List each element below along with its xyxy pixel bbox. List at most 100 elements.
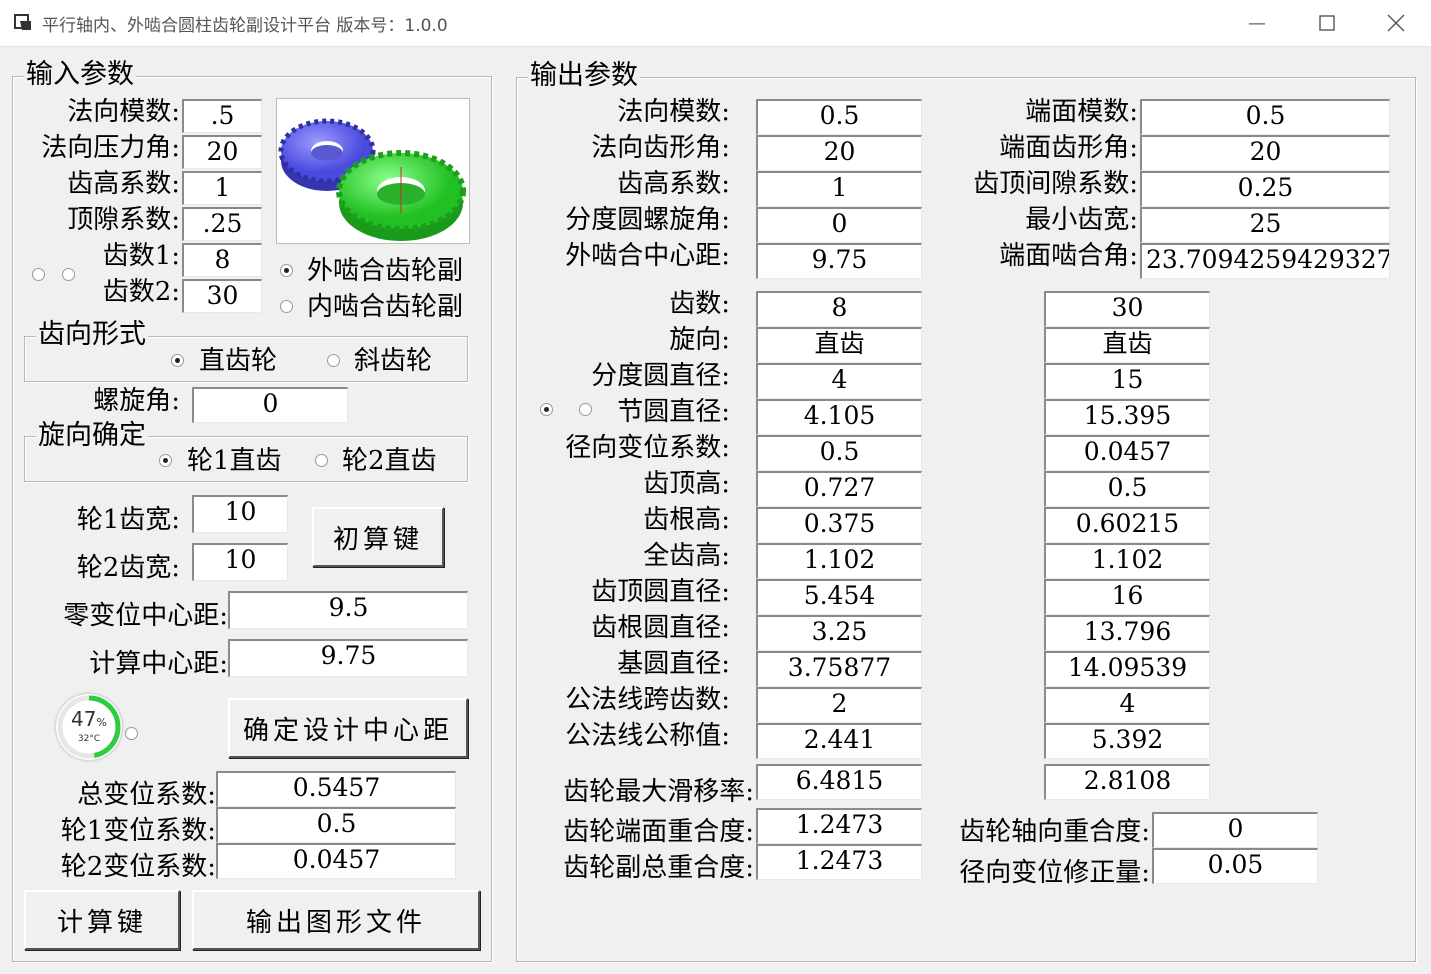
width2-field[interactable]: 10: [192, 543, 288, 581]
out-external-center-field[interactable]: 9.75: [756, 243, 922, 279]
out-external-center-label: 外啮合中心距:: [565, 241, 730, 271]
gear1-value-field[interactable]: 直齿: [756, 327, 922, 363]
teeth2-field[interactable]: 30: [182, 279, 262, 313]
gear1-value-field[interactable]: 5.454: [756, 579, 922, 615]
clearance-coef-field[interactable]: .25: [182, 207, 262, 241]
out-min-face-width-field[interactable]: 25: [1140, 207, 1390, 243]
out-transverse-mesh-angle-field[interactable]: 23.7094259429327: [1140, 243, 1390, 279]
gear2-value-field[interactable]: 14.09539: [1044, 651, 1210, 687]
out-transverse-profile-angle-field[interactable]: 20: [1140, 135, 1390, 171]
gear-row-label: 齿顶圆直径:: [591, 577, 730, 607]
helix-angle-field[interactable]: 0: [192, 387, 348, 423]
calc-center-field[interactable]: 9.75: [228, 639, 468, 677]
gear2-value-field[interactable]: 16: [1044, 579, 1210, 615]
gear1-value-field[interactable]: 2: [756, 687, 922, 723]
initial-calc-button[interactable]: 初算键: [312, 507, 444, 567]
close-button[interactable]: [1361, 0, 1431, 46]
gear2-value-field[interactable]: 0.0457: [1044, 435, 1210, 471]
export-graphics-button[interactable]: 输出图形文件: [192, 890, 480, 950]
shift1-field[interactable]: 0.5: [216, 807, 456, 843]
gear1-value-field[interactable]: 4: [756, 363, 922, 399]
unlabeled-radio-3[interactable]: [125, 727, 138, 740]
gear2-value-field[interactable]: 13.796: [1044, 615, 1210, 651]
gear2-value-field[interactable]: 5.392: [1044, 723, 1210, 759]
radial-correction-field[interactable]: 0.05: [1152, 848, 1318, 884]
teeth1-field[interactable]: 8: [182, 243, 262, 277]
out-tip-clearance-coef-field[interactable]: 0.25: [1140, 171, 1390, 207]
gear1-value-field[interactable]: 3.25: [756, 615, 922, 651]
gear2-value-field[interactable]: 0.5: [1044, 471, 1210, 507]
gear1-value-field[interactable]: 3.75877: [756, 651, 922, 687]
gear1-value-field[interactable]: 4.105: [756, 399, 922, 435]
out-tip-clearance-coef-label: 齿顶间隙系数:: [973, 169, 1138, 199]
out-normal-profile-angle-label: 法向齿形角:: [591, 133, 730, 163]
addendum-coef-field[interactable]: 1: [182, 171, 262, 205]
axial-contact-label: 齿轮轴向重合度:: [959, 817, 1150, 847]
out-normal-module-field[interactable]: 0.5: [756, 99, 922, 135]
gear-row-label: 基圆直径:: [617, 649, 730, 679]
shift2-label: 轮2变位系数:: [60, 852, 216, 882]
width1-label: 轮1齿宽:: [76, 505, 180, 535]
out-transverse-mesh-angle-label: 端面啮合角:: [999, 241, 1138, 271]
gear2-value-field[interactable]: 15: [1044, 363, 1210, 399]
helical-gear-radio[interactable]: [327, 354, 340, 367]
gear1-spur-radio[interactable]: [159, 454, 172, 467]
gear1-value-field[interactable]: 0.5: [756, 435, 922, 471]
helix-angle-label: 螺旋角:: [93, 386, 180, 416]
out-ref-helix-angle-field[interactable]: 0: [756, 207, 922, 243]
gear2-spur-radio[interactable]: [315, 454, 328, 467]
gear-illustration: [278, 118, 466, 241]
spur-gear-radio[interactable]: [171, 354, 184, 367]
gear1-value-field[interactable]: 2.441: [756, 723, 922, 759]
max-slip-gear2-field[interactable]: 2.8108: [1044, 764, 1210, 800]
helical-gear-label: 斜齿轮: [354, 346, 433, 376]
gear1-value-field[interactable]: 8: [756, 291, 922, 327]
max-slip-gear1-field[interactable]: 6.4815: [756, 764, 922, 800]
gear2-value-field[interactable]: 1.102: [1044, 543, 1210, 579]
calc-button[interactable]: 计算键: [24, 890, 180, 950]
out-transverse-profile-angle-label: 端面齿形角:: [999, 133, 1138, 163]
gear2-value-field[interactable]: 0.60215: [1044, 507, 1210, 543]
out-normal-profile-angle-field[interactable]: 20: [756, 135, 922, 171]
gear-row-label: 公法线公称值:: [565, 721, 730, 751]
out-transverse-module-field[interactable]: 0.5: [1140, 99, 1390, 135]
gear-row-label: 分度圆直径:: [591, 361, 730, 391]
gear2-value-field[interactable]: 直齿: [1044, 327, 1210, 363]
minimize-icon: —: [1248, 12, 1266, 34]
out-addendum-coef-field[interactable]: 1: [756, 171, 922, 207]
out-min-face-width-label: 最小齿宽:: [1025, 205, 1138, 235]
gear2-value-field[interactable]: 15.395: [1044, 399, 1210, 435]
app-icon: [14, 14, 31, 30]
gear1-value-field[interactable]: 0.375: [756, 507, 922, 543]
total-shift-field[interactable]: 0.5457: [216, 771, 456, 807]
minimize-button[interactable]: —: [1222, 0, 1292, 46]
axial-contact-field[interactable]: 0: [1152, 812, 1318, 848]
normal-module-field[interactable]: .5: [182, 99, 262, 133]
out-normal-module-label: 法向模数:: [617, 97, 730, 127]
gear-row-label: 公法线跨齿数:: [565, 685, 730, 715]
gauge-percent: 47%: [71, 707, 107, 731]
total-contact-field[interactable]: 1.2473: [756, 844, 922, 880]
transverse-contact-field[interactable]: 1.2473: [756, 808, 922, 844]
zero-shift-center-field[interactable]: 9.5: [228, 591, 468, 629]
teeth1-label: 齿数1:: [102, 241, 180, 271]
gear2-value-field[interactable]: 30: [1044, 291, 1210, 327]
gear1-value-field[interactable]: 1.102: [756, 543, 922, 579]
gear1-value-field[interactable]: 0.727: [756, 471, 922, 507]
width1-field[interactable]: 10: [192, 495, 288, 533]
input-params-title: 输入参数: [24, 59, 136, 90]
maximize-button[interactable]: [1292, 0, 1362, 46]
confirm-center-button[interactable]: 确定设计中心距: [228, 698, 468, 758]
normal-pressure-angle-label: 法向压力角:: [41, 133, 180, 163]
rotation-title: 旋向确定: [36, 420, 148, 451]
gear2-value-field[interactable]: 4: [1044, 687, 1210, 723]
external-mesh-radio[interactable]: [280, 264, 293, 277]
shift2-field[interactable]: 0.0457: [216, 843, 456, 879]
window-title: 平行轴内、外啮合圆柱齿轮副设计平台 版本号：1.0.0: [42, 16, 448, 36]
gear-row-label: 齿顶高:: [643, 469, 730, 499]
external-mesh-label: 外啮合齿轮副: [307, 256, 464, 286]
internal-mesh-radio[interactable]: [280, 300, 293, 313]
normal-pressure-angle-field[interactable]: 20: [182, 135, 262, 169]
gear-row-label: 齿数:: [669, 289, 730, 319]
gauge-temperature: 32°C: [77, 734, 101, 744]
